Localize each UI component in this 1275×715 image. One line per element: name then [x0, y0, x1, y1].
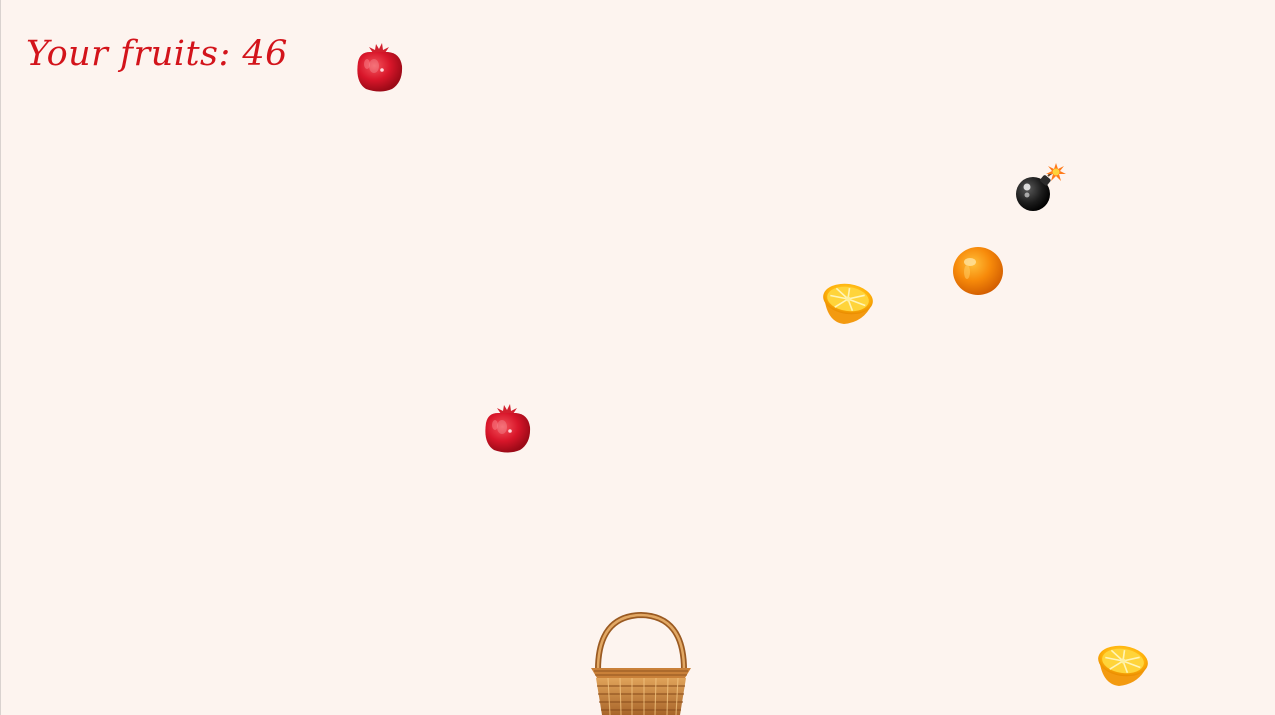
- left-edge-divider: [0, 0, 1, 715]
- fruit-score: Your fruits: 46: [26, 34, 288, 74]
- pomegranate-icon: [352, 40, 406, 94]
- orange-half-icon: [820, 278, 876, 328]
- basket-icon[interactable]: [588, 612, 694, 715]
- orange-icon: [950, 242, 1006, 298]
- orange-half-icon: [1095, 640, 1151, 690]
- pomegranate-icon: [480, 401, 534, 455]
- bomb-icon: [1012, 160, 1068, 216]
